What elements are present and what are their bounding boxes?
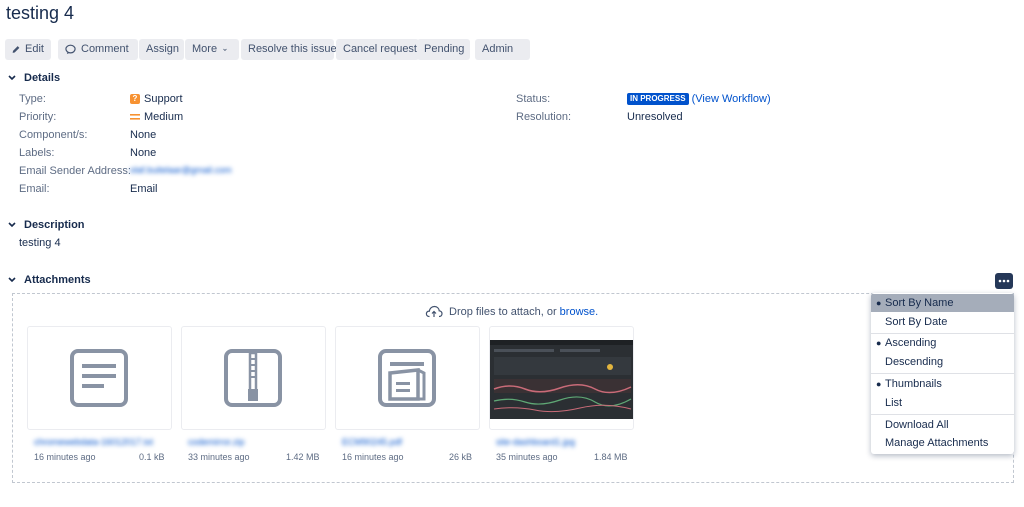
attachment-age: 33 minutes ago	[188, 452, 250, 462]
more-label: More	[192, 43, 218, 55]
resolution-value: Unresolved	[627, 111, 683, 123]
priority-text: Medium	[144, 111, 184, 123]
labels-value: None	[130, 147, 157, 159]
attachment-name[interactable]: site-dashboard1.jpg	[496, 437, 575, 447]
menu-item-label: Sort By Name	[885, 297, 954, 309]
description-text: testing 4	[19, 237, 61, 249]
more-dots-icon	[998, 279, 1010, 283]
attachments-more-button[interactable]	[995, 273, 1013, 289]
browse-link[interactable]: browse.	[560, 306, 599, 318]
selected-dot-icon: ●	[876, 298, 882, 308]
selected-dot-icon: ●	[876, 338, 882, 348]
menu-divider	[871, 414, 1014, 415]
medium-priority-icon	[130, 114, 140, 120]
attachments-heading: Attachments	[24, 274, 91, 286]
selected-dot-icon: ●	[876, 379, 882, 389]
labels-label: Labels:	[19, 147, 55, 159]
menu-item-label: Ascending	[885, 337, 937, 349]
details-heading: Details	[24, 72, 61, 84]
resolution-label: Resolution:	[516, 111, 572, 123]
chevron-down-icon	[8, 277, 16, 283]
more-button[interactable]: More	[185, 39, 239, 60]
comment-label: Comment	[81, 43, 129, 55]
priority-label: Priority:	[19, 111, 57, 123]
comment-button[interactable]: Comment	[58, 39, 138, 60]
description-toggle[interactable]: Description	[7, 219, 85, 231]
support-type-icon: ?	[130, 94, 140, 104]
menu-thumbnails[interactable]: ● Thumbnails	[871, 375, 1014, 393]
menu-sort-by-name[interactable]: ● Sort By Name	[871, 294, 1014, 312]
menu-sort-by-date[interactable]: Sort By Date	[871, 313, 1014, 331]
attachments-toggle[interactable]: Attachments	[7, 274, 91, 286]
attachment-name[interactable]: ECM90245.pdf	[342, 437, 402, 447]
details-toggle[interactable]: Details	[7, 72, 60, 84]
admin-button[interactable]: Admin	[475, 39, 530, 60]
attachment-name[interactable]: codemirror.zip	[188, 437, 245, 447]
attachment-thumbnail[interactable]	[335, 326, 480, 430]
components-label: Component/s:	[19, 129, 88, 141]
status-value: IN PROGRESS (View Workflow)	[627, 93, 771, 105]
cancel-request-button[interactable]: Cancel request	[336, 39, 419, 60]
comment-icon	[65, 44, 76, 55]
attachment-name[interactable]: chromewebdata-16012017.txt	[34, 437, 153, 447]
resolve-issue-button[interactable]: Resolve this issue	[241, 39, 337, 60]
type-label: Type:	[19, 93, 46, 105]
pending-button[interactable]: Pending	[417, 39, 470, 60]
edit-label: Edit	[25, 43, 44, 55]
email-label: Email:	[19, 183, 50, 195]
image-thumbnail	[490, 340, 633, 419]
menu-download-all[interactable]: Download All	[871, 416, 1014, 434]
priority-value: Medium	[130, 111, 183, 123]
menu-ascending[interactable]: ● Ascending	[871, 334, 1014, 352]
attachments-options-menu: ● Sort By Name Sort By Date ● Ascending De…	[871, 293, 1014, 454]
components-value: None	[130, 129, 157, 141]
attachment-thumbnail[interactable]	[181, 326, 326, 430]
zip-file-icon	[224, 349, 282, 407]
attachment-age: 16 minutes ago	[34, 452, 96, 462]
drop-text: Drop files to attach, or	[449, 305, 557, 318]
email-sender-label: Email Sender Address:	[19, 165, 131, 177]
attachment-thumbnail[interactable]	[489, 326, 634, 430]
edit-button[interactable]: Edit	[5, 39, 51, 60]
assign-button[interactable]: Assign	[139, 39, 184, 60]
upload-cloud-icon	[425, 305, 443, 318]
menu-item-label: Thumbnails	[885, 378, 942, 390]
type-text: Support	[144, 93, 183, 105]
attachment-thumbnail[interactable]	[27, 326, 172, 430]
menu-divider	[871, 373, 1014, 374]
type-value: ? Support	[130, 93, 183, 105]
attachment-size: 1.42 MB	[286, 452, 320, 462]
description-heading: Description	[24, 219, 85, 231]
issue-title: testing 4	[6, 3, 75, 23]
attachment-size: 26 kB	[449, 452, 473, 462]
attachment-age: 35 minutes ago	[496, 452, 558, 462]
status-badge: IN PROGRESS	[627, 93, 689, 105]
attachment-size: 0.1 kB	[139, 452, 165, 462]
admin-label: Admin	[482, 43, 514, 55]
email-sender-value[interactable]: olaf.buitelaar@gmail.com	[130, 165, 232, 175]
attachment-size: 1.84 MB	[594, 452, 628, 462]
pencil-icon	[12, 46, 20, 53]
pdf-file-icon	[378, 349, 436, 407]
menu-manage-attachments[interactable]: Manage Attachments	[871, 434, 1014, 452]
email-value: Email	[130, 183, 158, 195]
chevron-down-icon	[8, 75, 16, 81]
chevron-down-icon	[8, 222, 16, 228]
drop-hint: Drop files to attach, or browse.	[425, 305, 598, 318]
menu-list[interactable]: List	[871, 394, 1014, 412]
chevron-down-icon	[223, 48, 227, 51]
attachment-age: 16 minutes ago	[342, 452, 404, 462]
text-file-icon	[70, 349, 128, 407]
view-workflow-link[interactable]: (View Workflow)	[692, 93, 771, 105]
status-label: Status:	[516, 93, 551, 105]
menu-descending[interactable]: Descending	[871, 353, 1014, 371]
